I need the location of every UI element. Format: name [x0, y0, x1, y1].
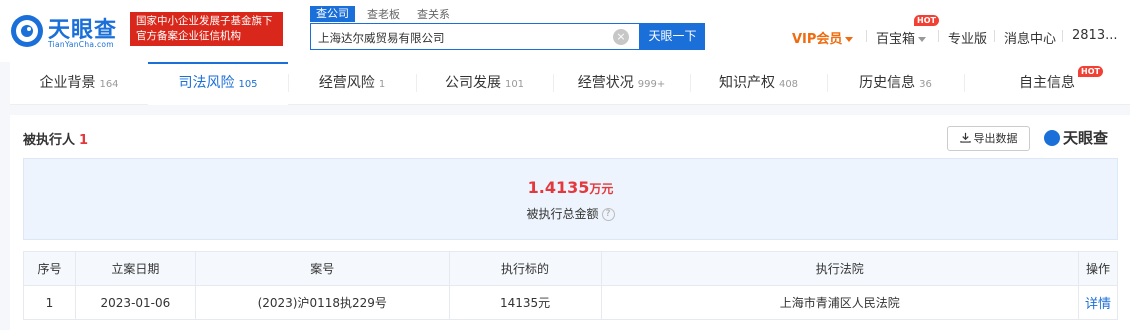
- tab-operations[interactable]: 经营状况 999+: [553, 62, 690, 105]
- section-title: 被执行人 1: [23, 129, 88, 148]
- tab-count: 164: [99, 79, 119, 90]
- tab-background[interactable]: 企业背景 164: [10, 62, 148, 105]
- tab-label: 企业背景: [39, 75, 96, 91]
- brand-watermark-text: 天眼查: [1063, 129, 1109, 147]
- tab-label: 公司发展: [444, 75, 501, 91]
- logo-subtext: TianYanCha.com: [48, 40, 114, 49]
- executed-table: 序号 立案日期 案号 执行标的 执行法院 操作 1 2023-01-06 (20…: [23, 251, 1118, 320]
- search-tab-relation[interactable]: 查关系: [417, 6, 450, 22]
- tab-label: 司法风险: [178, 75, 235, 91]
- pro-link[interactable]: 专业版: [948, 28, 987, 47]
- tab-self-info[interactable]: 自主信息: [964, 62, 1130, 105]
- vip-menu[interactable]: VIP会员: [792, 28, 854, 47]
- logo-eye-icon: [11, 15, 43, 47]
- section-tabs: 企业背景 164 司法风险 105 经营风险 1 公司发展 101 经营状况 999+ 知…: [10, 62, 1130, 105]
- table-header-row: 序号 立案日期 案号 执行标的 执行法院 操作: [23, 251, 1118, 286]
- divider: [938, 30, 939, 42]
- detail-link[interactable]: 详情: [1078, 285, 1118, 320]
- tab-judicial-risk[interactable]: 司法风险 105: [148, 62, 288, 105]
- clear-icon[interactable]: ×: [613, 29, 629, 45]
- total-amount-value: 1.4135: [527, 178, 590, 197]
- cell-index: 1: [23, 285, 76, 320]
- promo-line-1: 国家中小企业发展子基金旗下: [136, 15, 273, 27]
- top-header: 天眼查 TianYanCha.com 国家中小企业发展子基金旗下 官方备案企业征…: [0, 0, 1130, 62]
- search-input-value: 上海达尔威贸易有限公司: [318, 31, 445, 45]
- help-icon[interactable]: ?: [601, 208, 615, 221]
- divider: [866, 30, 867, 42]
- logo-eye-icon: [1044, 130, 1060, 146]
- export-button[interactable]: 导出数据: [947, 126, 1030, 151]
- summary-panel: 1.4135万元 被执行总金额?: [23, 158, 1118, 240]
- tab-count: 999+: [637, 79, 666, 90]
- table-row: 1 2023-01-06 (2023)沪0118执229号 14135元 上海市…: [23, 285, 1118, 320]
- tab-label: 经营风险: [318, 75, 375, 91]
- total-amount-label: 被执行总金额?: [24, 205, 1117, 222]
- cell-filing-date: 2023-01-06: [74, 285, 196, 320]
- tab-count: 105: [238, 79, 258, 90]
- tab-count: 101: [504, 79, 525, 90]
- executed-person-section: 被执行人 1 导出数据 天眼查 1.4135万元 被执行总金额? 序号 立案日期 …: [10, 115, 1130, 330]
- chevron-down-icon: [918, 37, 927, 42]
- tab-development[interactable]: 公司发展 101: [416, 62, 553, 105]
- section-count: 1: [79, 133, 89, 148]
- cell-court: 上海市青浦区人民法院: [600, 285, 1079, 320]
- logo[interactable]: 天眼查 TianYanCha.com: [10, 12, 122, 49]
- tab-count: 36: [919, 79, 932, 90]
- hot-badge: HOT: [914, 15, 939, 26]
- search-tab-boss[interactable]: 查老板: [367, 6, 400, 22]
- search-button[interactable]: 天眼一下: [640, 23, 705, 50]
- download-icon: [959, 132, 971, 143]
- tab-ip[interactable]: 知识产权 408: [690, 62, 827, 105]
- promo-line-2: 官方备案企业征信机构: [136, 30, 241, 42]
- treasure-menu[interactable]: 百宝箱: [876, 28, 927, 47]
- tab-history[interactable]: 历史信息 36: [827, 62, 964, 105]
- tab-count: 408: [778, 79, 799, 90]
- col-header-subject: 执行标的: [448, 251, 602, 286]
- search-tab-company[interactable]: 查公司: [310, 6, 355, 22]
- vip-label: VIP会员: [792, 32, 843, 47]
- promo-banner[interactable]: 国家中小企业发展子基金旗下 官方备案企业征信机构: [130, 12, 283, 46]
- brand-watermark: 天眼查: [1044, 127, 1108, 148]
- user-menu[interactable]: 2813...: [1072, 28, 1117, 43]
- divider: [1062, 30, 1063, 42]
- total-amount-label-text: 被执行总金额: [526, 207, 599, 221]
- section-title-text: 被执行人: [23, 133, 76, 148]
- tab-label: 自主信息: [1019, 75, 1075, 91]
- hot-badge: HOT: [1078, 66, 1103, 77]
- cell-subject: 14135元: [448, 285, 602, 320]
- tab-label: 知识产权: [718, 75, 775, 91]
- tab-count: 1: [378, 79, 386, 90]
- tab-operating-risk[interactable]: 经营风险 1: [288, 62, 416, 105]
- chevron-down-icon: [845, 37, 854, 42]
- cell-case-number: (2023)沪0118执229号: [194, 285, 450, 320]
- divider: [994, 30, 995, 42]
- col-header-action: 操作: [1078, 251, 1118, 286]
- total-amount: 1.4135万元: [24, 178, 1117, 197]
- messages-link[interactable]: 消息中心: [1004, 28, 1056, 47]
- treasure-label: 百宝箱: [876, 32, 916, 47]
- export-label: 导出数据: [973, 132, 1018, 145]
- col-header-court: 执行法院: [600, 251, 1079, 286]
- search-input[interactable]: 上海达尔威贸易有限公司 ×: [310, 23, 640, 50]
- tab-label: 历史信息: [859, 75, 916, 91]
- total-amount-unit: 万元: [589, 182, 614, 196]
- col-header-case-number: 案号: [194, 251, 450, 286]
- tab-label: 经营状况: [577, 75, 634, 91]
- col-header-filing-date: 立案日期: [74, 251, 196, 286]
- col-header-index: 序号: [23, 251, 76, 286]
